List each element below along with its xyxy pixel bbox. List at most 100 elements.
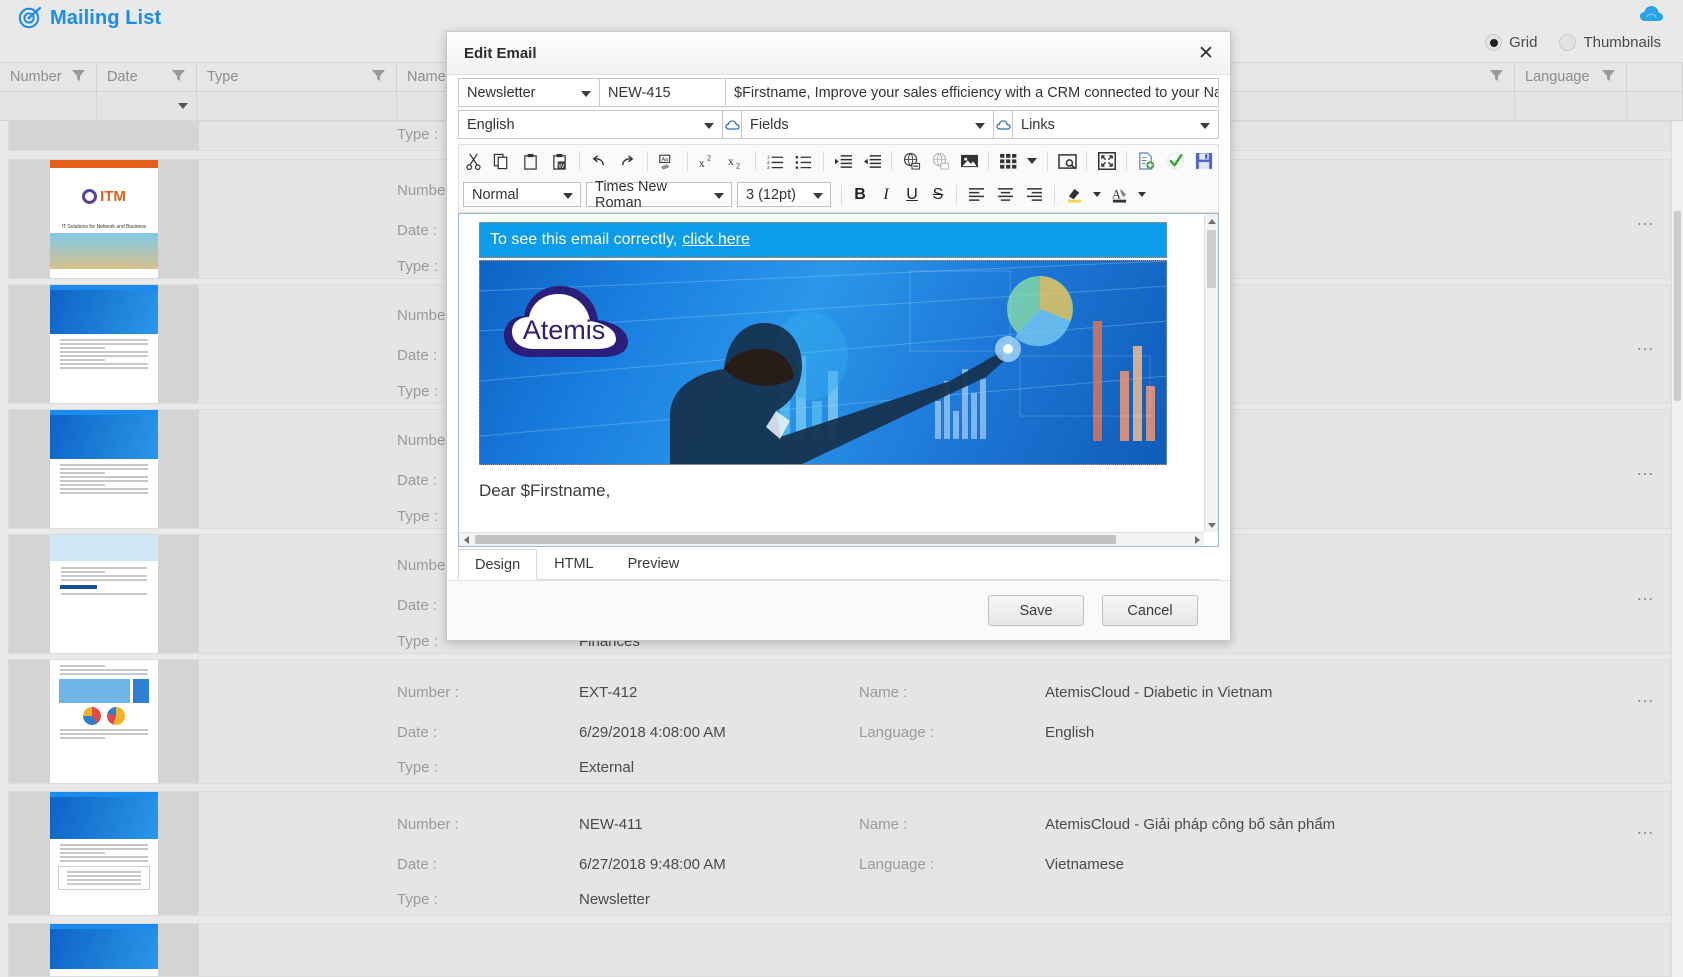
- funnel-icon[interactable]: [1489, 69, 1504, 86]
- column-header-language[interactable]: Language: [1515, 63, 1627, 91]
- numbered-list-icon[interactable]: 123: [762, 148, 789, 174]
- chevron-down-icon[interactable]: [563, 193, 573, 199]
- cancel-button[interactable]: Cancel: [1102, 595, 1198, 626]
- view-option-grid[interactable]: Grid: [1485, 34, 1537, 51]
- save-disk-icon[interactable]: [1190, 148, 1217, 174]
- validate-icon[interactable]: [1162, 148, 1189, 174]
- tab-html[interactable]: HTML: [537, 548, 610, 579]
- chevron-down-icon[interactable]: [975, 123, 985, 129]
- new-document-icon[interactable]: [1133, 148, 1160, 174]
- copy-icon[interactable]: [489, 148, 516, 174]
- font-size-select[interactable]: 3 (12pt): [737, 182, 831, 207]
- scroll-down-icon[interactable]: [1205, 518, 1219, 532]
- row-menu-button[interactable]: …: [1636, 210, 1656, 228]
- email-editor[interactable]: To see this email correctly, click here: [458, 213, 1219, 547]
- funnel-icon[interactable]: [71, 69, 86, 86]
- bold-button[interactable]: B: [847, 182, 873, 208]
- row-menu-button[interactable]: …: [1636, 687, 1656, 705]
- insert-link-icon[interactable]: [898, 148, 925, 174]
- radio-grid-icon[interactable]: [1485, 34, 1502, 51]
- email-hero-image[interactable]: Atemis: [479, 260, 1167, 465]
- editor-vertical-scrollbar[interactable]: [1204, 214, 1218, 532]
- align-center-icon[interactable]: [992, 182, 1019, 208]
- undo-icon[interactable]: [586, 148, 613, 174]
- links-cloud-icon[interactable]: [994, 110, 1012, 139]
- strikethrough-button[interactable]: S: [925, 182, 951, 208]
- row-menu-button[interactable]: …: [1636, 585, 1656, 603]
- fields-cloud-icon[interactable]: [723, 110, 741, 139]
- view-option-thumbnails[interactable]: Thumbnails: [1559, 34, 1661, 51]
- font-family-select[interactable]: Times New Roman: [586, 182, 732, 207]
- align-right-icon[interactable]: [1021, 182, 1048, 208]
- email-preheader-link[interactable]: click here: [682, 231, 750, 249]
- bulleted-list-icon[interactable]: [791, 148, 818, 174]
- column-header-date[interactable]: Date: [97, 63, 197, 91]
- scroll-left-icon[interactable]: [459, 533, 473, 547]
- column-header-number[interactable]: Number: [0, 63, 97, 91]
- editor-hscroll-thumb[interactable]: [475, 535, 1116, 544]
- links-select[interactable]: Links: [1012, 110, 1219, 139]
- category-select[interactable]: Newsletter: [458, 78, 600, 107]
- align-left-icon[interactable]: [963, 182, 990, 208]
- remove-link-icon[interactable]: [927, 148, 954, 174]
- save-button[interactable]: Save: [988, 595, 1084, 626]
- radio-thumbnails-icon[interactable]: [1559, 34, 1576, 51]
- view-mode-toggle[interactable]: Grid Thumbnails: [1471, 34, 1661, 51]
- superscript-icon[interactable]: x2: [694, 148, 721, 174]
- funnel-icon[interactable]: [171, 69, 186, 86]
- insert-table-icon[interactable]: [995, 148, 1022, 174]
- text-color-icon[interactable]: A: [1106, 182, 1133, 208]
- scroll-up-icon[interactable]: [1205, 214, 1219, 228]
- row-menu-button[interactable]: …: [1636, 819, 1656, 837]
- increase-indent-icon[interactable]: [830, 148, 857, 174]
- chevron-down-icon[interactable]: [178, 103, 188, 109]
- cloud-icon[interactable]: [1639, 4, 1665, 26]
- filter-input-type[interactable]: [197, 92, 397, 120]
- decrease-indent-icon[interactable]: [859, 148, 886, 174]
- text-highlight-color-icon[interactable]: [1061, 182, 1088, 208]
- page-scrollbar[interactable]: [1671, 121, 1683, 977]
- row-menu-button[interactable]: …: [1636, 335, 1656, 353]
- table-dropdown-icon[interactable]: [1024, 148, 1041, 174]
- email-editor-canvas[interactable]: To see this email correctly, click here: [459, 214, 1204, 532]
- scroll-right-icon[interactable]: [1190, 533, 1204, 547]
- language-select[interactable]: English: [458, 110, 723, 139]
- tab-design[interactable]: Design: [458, 549, 537, 580]
- page-scrollbar-thumb[interactable]: [1674, 211, 1681, 401]
- email-subject-input[interactable]: $Firstname, Improve your sales efficienc…: [726, 78, 1219, 107]
- paste-from-word-icon[interactable]: W: [546, 148, 573, 174]
- tab-preview[interactable]: Preview: [611, 548, 697, 579]
- chevron-down-icon[interactable]: [813, 193, 823, 199]
- filter-input-number[interactable]: [0, 92, 97, 120]
- editor-horizontal-scrollbar[interactable]: [459, 532, 1204, 546]
- insert-image-icon[interactable]: [956, 148, 983, 174]
- filter-input-date[interactable]: [97, 92, 197, 120]
- underline-button[interactable]: U: [899, 182, 925, 208]
- filter-input-language[interactable]: [1515, 92, 1627, 120]
- paste-icon[interactable]: [517, 148, 544, 174]
- column-header-type[interactable]: Type: [197, 63, 397, 91]
- chevron-down-icon[interactable]: [714, 193, 724, 199]
- row-menu-button[interactable]: …: [1636, 460, 1656, 478]
- close-icon[interactable]: ✕: [1192, 41, 1218, 67]
- chevron-down-icon[interactable]: [1200, 123, 1210, 129]
- funnel-icon[interactable]: [371, 69, 386, 86]
- font-color-dropdown-icon[interactable]: [1135, 182, 1149, 208]
- editor-vscroll-thumb[interactable]: [1207, 230, 1216, 288]
- italic-button[interactable]: I: [873, 182, 899, 208]
- table-row[interactable]: Number : NEW-411 Name : AtemisCloud - Gi…: [8, 791, 1671, 916]
- highlight-dropdown-icon[interactable]: [1090, 182, 1104, 208]
- find-replace-icon[interactable]: [1054, 148, 1081, 174]
- email-code-input[interactable]: NEW-415: [600, 78, 726, 107]
- table-row[interactable]: Number : EXT-412 Name : AtemisCloud - Di…: [8, 659, 1671, 784]
- subscript-icon[interactable]: x2: [722, 148, 749, 174]
- spell-check-icon[interactable]: Aa: [654, 148, 681, 174]
- cut-icon[interactable]: [460, 148, 487, 174]
- redo-icon[interactable]: [614, 148, 641, 174]
- chevron-down-icon[interactable]: [581, 91, 591, 97]
- paragraph-style-select[interactable]: Normal: [463, 182, 581, 207]
- fields-select[interactable]: Fields: [741, 110, 994, 139]
- chevron-down-icon[interactable]: [704, 123, 714, 129]
- table-row[interactable]: [8, 923, 1671, 977]
- funnel-icon[interactable]: [1601, 69, 1616, 86]
